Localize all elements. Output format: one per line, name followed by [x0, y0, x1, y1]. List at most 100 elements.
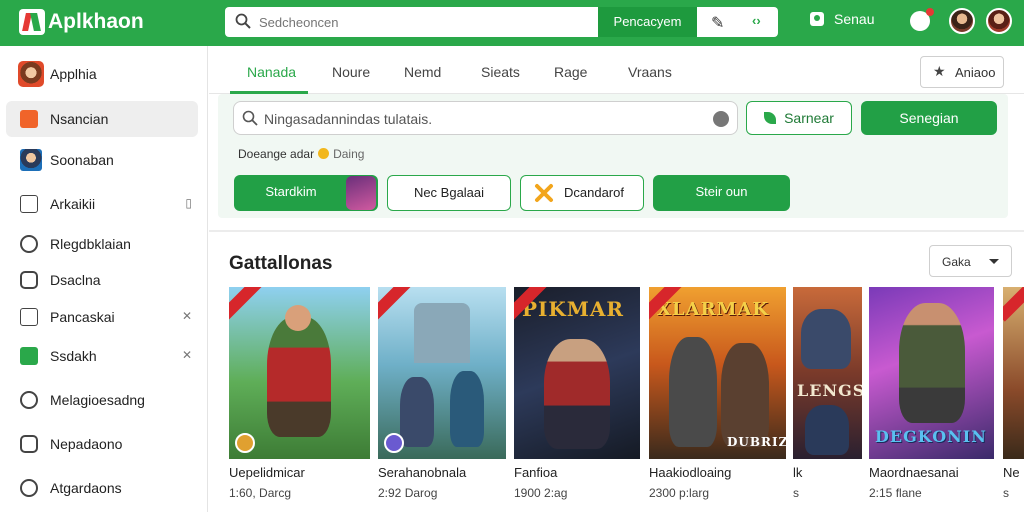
- sidebar-item-rlegdbklaian[interactable]: Rlegdbklaian: [6, 226, 198, 262]
- filter-search-box[interactable]: [233, 101, 738, 135]
- game-title: lk: [793, 465, 803, 480]
- bookmark-icon[interactable]: ▯: [185, 196, 192, 210]
- sidebar-item-ssdakh[interactable]: Ssdakh ✕: [6, 338, 198, 374]
- tab-bar: Nanada Noure Nemd Sieats Rage Vraans: [209, 46, 1024, 94]
- sidebar-item-label: Rlegdbklaian: [50, 236, 131, 252]
- pin-icon[interactable]: ✕: [182, 348, 192, 362]
- search-filter-button[interactable]: Sarnear: [746, 101, 852, 135]
- clear-icon[interactable]: [713, 111, 729, 127]
- help-icon: [20, 479, 38, 497]
- cover-title: XLARMAK: [657, 299, 770, 320]
- crystal-badge-icon: [384, 433, 404, 453]
- avatar[interactable]: [949, 8, 975, 34]
- message-icon: [20, 391, 38, 409]
- cover-title: PIKMAR: [522, 297, 625, 321]
- tab-nemd[interactable]: Nemd: [404, 64, 441, 80]
- hot-ribbon: [378, 287, 413, 322]
- chip-steir-oun[interactable]: Steir oun: [653, 175, 790, 211]
- checklist-icon: [20, 308, 38, 326]
- sidebar-item-label: Applhia: [50, 66, 97, 82]
- cover-title: LENGS: [797, 381, 862, 400]
- sidebar-item-dsaclna[interactable]: Dsaclna: [6, 262, 198, 298]
- game-meta: s: [1003, 486, 1009, 500]
- game-cover[interactable]: DEGKONIN: [869, 287, 994, 459]
- settings-icon: [20, 235, 38, 253]
- search-input[interactable]: [259, 11, 589, 33]
- sidebar-item-label: Nepadaono: [50, 436, 123, 452]
- search-box[interactable]: [225, 7, 598, 37]
- sidebar-item-nsancian[interactable]: Nsancian: [6, 101, 198, 137]
- sidebar-item-label: Dsaclna: [50, 272, 101, 288]
- hot-ribbon: [1003, 287, 1024, 322]
- game-meta: 2:92 Darog: [378, 486, 438, 500]
- flag-icon: [20, 110, 38, 128]
- sidebar-item-applhia[interactable]: Applhia: [6, 56, 198, 92]
- tool-group: ✎ ‹›: [697, 7, 778, 37]
- game-title: Fanfioa: [514, 465, 558, 480]
- user-menu[interactable]: Senau: [810, 11, 874, 27]
- hint-sub: Daing: [333, 147, 365, 161]
- sidebar-item-atgardaons[interactable]: Atgardaons: [6, 470, 198, 506]
- game-cover[interactable]: [229, 287, 370, 459]
- tab-nanada[interactable]: Nanada: [247, 64, 296, 80]
- sidebar-item-arkaikii[interactable]: Arkaikii ▯: [6, 186, 198, 222]
- expand-icon[interactable]: ‹›: [752, 13, 761, 28]
- game-meta: 1900 2:ag: [514, 486, 568, 500]
- favorite-button[interactable]: ★ Aniaoo: [920, 56, 1004, 88]
- section-divider: [209, 230, 1024, 232]
- sidebar-item-soonaban[interactable]: Soonaban: [6, 142, 198, 178]
- sidebar-item-pancaskai[interactable]: Pancaskai ✕: [6, 299, 198, 335]
- gamepad-icon: [20, 435, 38, 453]
- chip-nec-bgalaai[interactable]: Nec Bgalaai: [387, 175, 511, 211]
- sidebar-item-label: Soonaban: [50, 152, 114, 168]
- chevron-down-icon: [989, 259, 999, 264]
- sidebar-item-label: Melagioesadng: [50, 392, 145, 408]
- notification-icon[interactable]: [910, 8, 934, 31]
- profile-icon: [20, 149, 42, 171]
- user-icon: [810, 12, 824, 26]
- tools-icon[interactable]: ✎: [711, 13, 724, 33]
- search-button[interactable]: Pencacyem: [598, 7, 697, 37]
- sidebar-item-label: Nsancian: [50, 111, 109, 127]
- tab-vraans[interactable]: Vraans: [628, 64, 672, 80]
- sidebar-item-label: Atgardaons: [50, 480, 122, 496]
- hint-text: Doeange adar Daing: [238, 147, 364, 161]
- coin-badge-icon: [235, 433, 255, 453]
- pin-icon[interactable]: ✕: [182, 309, 192, 323]
- filter-input[interactable]: [264, 108, 704, 130]
- coin-icon: [318, 148, 330, 159]
- avatar-profile[interactable]: [986, 8, 1012, 34]
- game-cover[interactable]: LENGS: [793, 287, 862, 459]
- chip-thumbnail: [346, 176, 376, 210]
- game-meta: s: [793, 486, 799, 500]
- app-title: Aplkhaon: [48, 10, 144, 33]
- chat-icon: [20, 271, 38, 289]
- puzzle-icon: [535, 184, 553, 202]
- game-cover[interactable]: [1003, 287, 1024, 459]
- star-icon: ★: [933, 63, 946, 79]
- search-filter-button-label: Sarnear: [784, 110, 834, 126]
- tab-sieats[interactable]: Sieats: [481, 64, 520, 80]
- sidebar-item-label: Ssdakh: [50, 348, 97, 364]
- game-meta: 2300 p:larg: [649, 486, 710, 500]
- sidebar: Applhia Nsancian Soonaban Arkaikii ▯ Rle…: [0, 46, 208, 512]
- tab-noure[interactable]: Noure: [332, 64, 370, 80]
- sidebar-item-label: Pancaskai: [50, 309, 115, 325]
- game-cover[interactable]: XLARMAK DUBRIZE: [649, 287, 786, 459]
- app-logo-icon[interactable]: [19, 9, 45, 35]
- game-cover[interactable]: [378, 287, 506, 459]
- search-icon: [235, 13, 251, 29]
- apply-button[interactable]: Senegian: [861, 101, 997, 135]
- section-title: Gattallonas: [229, 253, 333, 274]
- sort-dropdown-label: Gaka: [942, 255, 971, 269]
- cover-subtitle: DUBRIZE: [727, 435, 786, 449]
- game-title: Serahanobnala: [378, 465, 467, 480]
- cover-title: DEGKONIN: [875, 427, 987, 446]
- tab-rage[interactable]: Rage: [554, 64, 587, 80]
- hot-ribbon: [229, 287, 264, 322]
- game-title: Ne: [1003, 465, 1020, 480]
- game-cover[interactable]: PIKMAR: [514, 287, 640, 459]
- sidebar-item-nepadaono[interactable]: Nepadaono: [6, 426, 198, 462]
- sidebar-item-melagioesadng[interactable]: Melagioesadng: [6, 382, 198, 418]
- sort-dropdown[interactable]: Gaka: [929, 245, 1012, 277]
